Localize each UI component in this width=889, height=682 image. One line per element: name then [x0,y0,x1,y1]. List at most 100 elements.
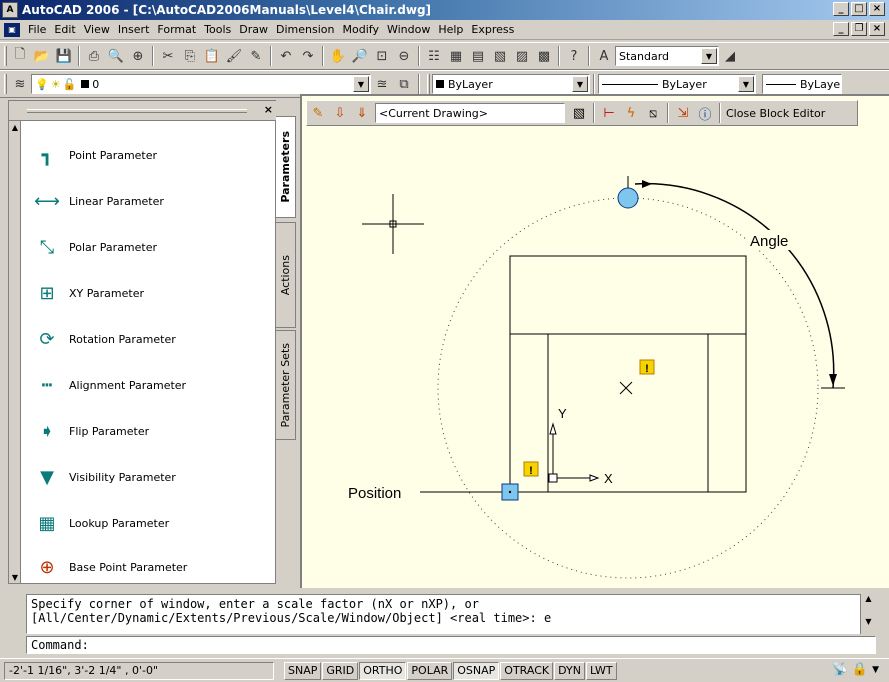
match-properties-icon[interactable]: 🖌 [224,46,244,66]
ucs-icon [548,422,600,483]
text-style-select[interactable]: Standard ▼ [615,46,719,66]
ucs-y-label: Y [558,406,567,421]
menu-view[interactable]: View [80,23,114,36]
calculator-icon[interactable]: ▩ [534,46,554,66]
markup-icon[interactable]: ▨ [512,46,532,66]
chevron-down-icon[interactable]: ▼ [872,665,879,675]
minimize-button[interactable]: _ [833,2,849,16]
layer-select[interactable]: 💡 ☀ 🔓 0 ▼ [31,74,371,94]
snap-toggle[interactable]: SNAP [284,661,322,680]
color-select[interactable]: ByLayer ▼ [432,74,590,94]
scroll-down-icon[interactable]: ▼ [9,571,21,583]
design-center-icon[interactable]: ▦ [446,46,466,66]
palette-item-lookup-parameter[interactable]: ▦ Lookup Parameter [29,503,269,543]
ortho-toggle[interactable]: ORTHO [359,661,407,680]
block-editor-icon[interactable]: ✎ [246,46,266,66]
new-icon[interactable]: 🗋 [10,46,30,66]
scroll-up-icon[interactable]: ▲ [861,594,876,603]
zoom-realtime-icon[interactable]: 🔎 [350,46,370,66]
zoom-previous-icon[interactable]: ⊖ [394,46,414,66]
menu-file[interactable]: File [24,23,50,36]
close-icon[interactable]: × [264,103,273,116]
palette-item-alignment-parameter[interactable]: ┅ Alignment Parameter [29,365,269,405]
grid-toggle[interactable]: GRID [322,661,359,680]
menu-draw[interactable]: Draw [235,23,272,36]
command-scrollbar[interactable]: ▲ ▼ [860,594,876,634]
pan-icon[interactable]: ✋ [328,46,348,66]
lock-icon[interactable]: 🔒 [852,662,868,677]
lineweight-select[interactable]: ByLaye [762,74,842,94]
undo-icon[interactable]: ↶ [276,46,296,66]
palette-header[interactable]: × [9,101,277,121]
properties-icon[interactable]: ☷ [424,46,444,66]
palette-item-xy-parameter[interactable]: ⊞ XY Parameter [29,273,269,313]
plot-icon[interactable]: ⎙ [84,46,104,66]
angle-arc [634,180,845,389]
palette-item-linear-parameter[interactable]: ⟷ Linear Parameter [29,181,269,221]
tab-parameter-sets[interactable]: Parameter Sets [276,330,296,440]
osnap-toggle[interactable]: OSNAP [453,661,500,680]
toolbar-grip[interactable] [4,74,7,94]
menu-express[interactable]: Express [467,23,518,36]
polar-toggle[interactable]: POLAR [407,661,453,680]
copy-icon[interactable]: ⎘ [180,46,200,66]
communication-center-icon[interactable]: 📡 [832,662,848,677]
angle-grip[interactable] [617,187,639,209]
scroll-down-icon[interactable]: ▼ [861,617,876,626]
lwt-toggle[interactable]: LWT [585,661,617,680]
document-icon[interactable]: ▣ [4,22,20,37]
zoom-window-icon[interactable]: ⊡ [372,46,392,66]
cut-icon[interactable]: ✂ [158,46,178,66]
menu-help[interactable]: Help [434,23,467,36]
toolbar-grip[interactable] [427,74,430,94]
otrack-toggle[interactable]: OTRACK [500,661,554,680]
publish-icon[interactable]: ⊕ [128,46,148,66]
maximize-button[interactable]: □ [851,2,867,16]
save-icon[interactable]: 💾 [54,46,74,66]
scroll-up-icon[interactable]: ▲ [9,121,21,133]
chevron-down-icon[interactable]: ▼ [738,76,754,92]
help-icon[interactable]: ? [564,46,584,66]
plot-preview-icon[interactable]: 🔍 [106,46,126,66]
menu-window[interactable]: Window [383,23,434,36]
dyn-toggle[interactable]: DYN [554,661,585,680]
menu-edit[interactable]: Edit [50,23,79,36]
command-input[interactable]: Command: [26,636,876,654]
menu-dimension[interactable]: Dimension [272,23,338,36]
palette-item-base-point-parameter[interactable]: ⊕ Base Point Parameter [29,547,269,587]
doc-restore-button[interactable]: ❐ [851,22,867,36]
tab-actions[interactable]: Actions [276,222,296,328]
tool-palettes-icon[interactable]: ▤ [468,46,488,66]
text-style-icon[interactable]: A [594,46,614,66]
drawing-canvas[interactable]: ✎ ⇩ ⇓ <Current Drawing> ▧ ⊢ ϟ ⧅ ⇲ ⓘ Clos… [300,94,889,588]
palette-item-rotation-parameter[interactable]: ⟳ Rotation Parameter [29,319,269,359]
close-button[interactable]: × [869,2,885,16]
open-icon[interactable]: 📂 [32,46,52,66]
menu-format[interactable]: Format [153,23,200,36]
linetype-select[interactable]: ByLayer ▼ [598,74,756,94]
paste-icon[interactable]: 📋 [202,46,222,66]
chevron-down-icon[interactable]: ▼ [701,48,717,64]
palette-item-point-parameter[interactable]: ┓ Point Parameter [29,135,269,175]
palette-scrollbar[interactable]: ▲ ▼ [9,121,21,583]
coordinate-readout[interactable]: -2'-1 1/16", 3'-2 1/4" , 0'-0" [4,661,274,680]
doc-minimize-button[interactable]: _ [833,22,849,36]
chevron-down-icon[interactable]: ▼ [572,76,588,92]
layer-manager-icon[interactable]: ≋ [10,74,30,94]
sheet-set-icon[interactable]: ▧ [490,46,510,66]
toolbar-grip[interactable] [4,46,7,66]
autocad-app-icon[interactable]: A [2,2,18,18]
palette-item-flip-parameter[interactable]: ➧ Flip Parameter [29,411,269,451]
palette-item-polar-parameter[interactable]: ⤡ Polar Parameter [29,227,269,267]
make-current-layer-icon[interactable]: ≊ [372,74,392,94]
doc-close-button[interactable]: × [869,22,885,36]
menu-insert[interactable]: Insert [114,23,154,36]
tab-parameters[interactable]: Parameters [276,116,296,218]
redo-icon[interactable]: ↷ [298,46,318,66]
chevron-down-icon[interactable]: ▼ [353,76,369,92]
palette-item-visibility-parameter[interactable]: ▼ Visibility Parameter [29,457,269,497]
menu-modify[interactable]: Modify [339,23,383,36]
layer-previous-icon[interactable]: ⧉ [394,74,414,94]
dim-style-icon[interactable]: ◢ [720,46,740,66]
menu-tools[interactable]: Tools [200,23,235,36]
